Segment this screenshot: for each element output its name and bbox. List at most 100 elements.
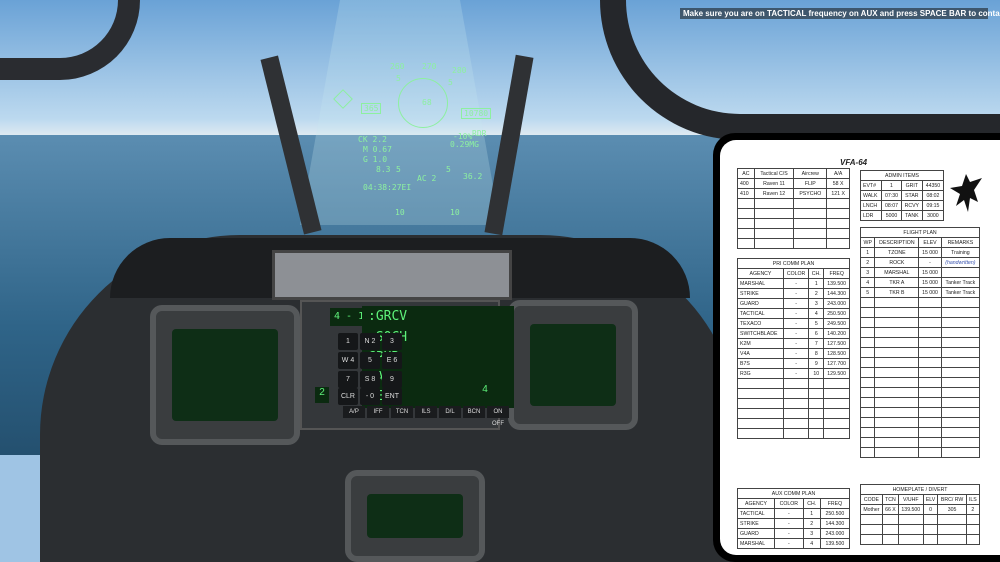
table-cell: K2M [737,338,784,349]
hud-heading: 260 [390,62,405,71]
ufc-key-ent[interactable]: ENT [382,388,402,405]
hud-value: 68 [422,98,432,107]
table-cell [793,228,828,239]
table-cell [737,208,755,219]
hud-readout: 36.2 [463,172,483,181]
table-row: STRIKE -2 144.300 [737,288,850,299]
empty-row [737,408,850,419]
ufc-onoff-button[interactable]: ON OFF [487,406,509,427]
ufc-ils-button[interactable]: ILS [415,406,437,418]
empty-row [859,327,981,338]
empty-row [737,418,850,429]
empty-row [859,367,981,378]
hud-pitch-ladder: 5 [396,165,401,174]
ufc-key[interactable]: S 8 [360,371,380,388]
ufc-key[interactable]: 9 [382,371,402,388]
table-cell: 128.500 [823,348,850,359]
table-cell [737,228,755,239]
table-cell: 127.500 [823,338,850,349]
hud-pitch-ladder: 5 [446,165,451,174]
ufc-ap-button[interactable]: A/P [343,406,365,418]
table-cell: STRIKE [737,288,784,299]
empty-row [737,428,850,439]
table-row: 2 ROCK - (handwritten) [859,257,981,268]
table-cell: GUARD [737,298,784,309]
table-row: GUARD -3 243.000 [737,298,850,309]
table-cell: 1 [802,508,821,519]
table-cell: 139.500 [823,278,850,289]
ufc-key[interactable]: 1 [338,333,358,350]
hud-readout: G 1.0 [363,155,388,164]
table-cell [753,198,795,209]
table-cell [826,208,850,219]
ufc-key[interactable]: W 4 [338,352,358,369]
table-cell: ROCK [874,257,920,268]
table-cell: 5 [859,287,876,298]
table-cell: - [782,338,810,349]
table-cell: STRIKE [737,518,775,529]
table-cell: TANK [900,210,923,221]
table-cell: Tanker Track [940,287,981,298]
hud-readout: 8.3 [376,165,391,174]
table-cell: 249.500 [823,318,850,329]
table-cell: 3000 [921,210,945,221]
table-cell: 15 000 [918,267,942,278]
table-cell: 0 [922,504,939,515]
empty-row [859,337,981,348]
table-cell: - [782,328,810,339]
table-cell: 09:15 [921,200,945,211]
ufc-iff-button[interactable]: IFF [367,406,389,418]
center-amplifier[interactable] [345,470,485,562]
empty-row [860,524,981,535]
admin-items-table: ADMIN ITEMS EVT# 1 GRIT 44350 WALK 07:30 STAR 0… [859,170,945,221]
hud-readout: 0.29MG [450,140,479,149]
table-cell: 15 000 [918,247,942,258]
ufc-key-clr[interactable]: CLR [338,388,358,405]
hud-heading: 270 [422,62,437,71]
table-cell: MARSHAL [737,538,775,549]
empty-row [859,437,981,448]
ufc-key[interactable]: 3 [382,333,402,350]
table-cell: 2 [808,288,825,299]
table-cell: Mother [860,504,883,515]
left-ddi[interactable] [150,305,300,445]
table-cell: 10 [808,368,825,379]
comm2-channel: 4 [478,384,492,400]
ufc-bcn-button[interactable]: BCN [463,406,485,418]
table-cell: STAR [900,190,923,201]
ufc-key[interactable]: - 0 [360,388,380,405]
table-row: V4A -8 128.500 [737,348,850,359]
comm1-channel: 2 [315,387,329,403]
table-cell: 250.500 [823,308,850,319]
table-row: Mother 66 X 139.500 0 305 2 [860,504,981,515]
hud-airspeed: 365 [361,103,382,114]
table-row: TACTICAL -4 250.500 [737,308,850,319]
ufc-tcn-button[interactable]: TCN [391,406,413,418]
ufc-key[interactable]: 7 [338,371,358,388]
table-cell: LDR [859,210,883,221]
ufc-key[interactable]: N 2 [360,333,380,350]
ufc-option-1[interactable]: :GRCV [362,306,514,328]
ufc-key[interactable]: 5 [360,352,380,369]
table-cell: 9 [808,358,825,369]
table-cell: 250.500 [819,508,851,519]
table-cell: - [773,508,804,519]
flight-plan-table: FLIGHT PLAN WP DESCRIPTION ELEV REMARKS 1 TZ… [859,227,981,458]
table-cell [753,238,795,249]
table-cell: 66 X [881,504,900,515]
hud-readout: RDR [472,129,487,138]
hud-pitch-mark: 5 [396,74,401,83]
ufc-key[interactable]: E 6 [382,352,402,369]
right-ddi[interactable] [508,300,638,430]
empty-row [859,447,981,458]
table-cell: - [782,288,810,299]
ufc-dl-button[interactable]: D/L [439,406,461,418]
table-cell: - [782,358,810,369]
table-row: TEXACO -5 249.500 [737,318,850,329]
table-row: 5 TKR B 15 000 Tanker Track [859,287,981,298]
table-cell: - [782,348,810,359]
table-row: B7S -9 127.700 [737,358,850,369]
table-row [737,228,850,239]
table-cell: Raven 12 [753,188,795,199]
table-cell: 15 000 [918,277,942,288]
